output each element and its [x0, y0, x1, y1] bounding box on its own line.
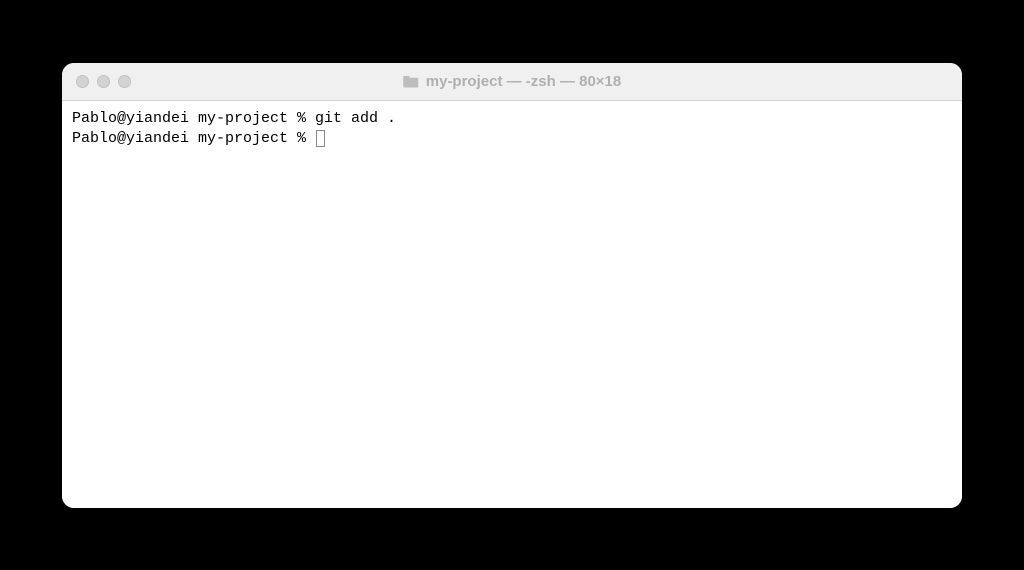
terminal-window: my-project — -zsh — 80×18 Pablo@yiandei … [62, 63, 962, 508]
titlebar: my-project — -zsh — 80×18 [62, 63, 962, 101]
cursor [316, 130, 325, 147]
close-button[interactable] [76, 75, 89, 88]
command-text: git add . [315, 110, 396, 127]
prompt: Pablo@yiandei my-project % [72, 130, 315, 147]
folder-icon [403, 75, 419, 88]
minimize-button[interactable] [97, 75, 110, 88]
terminal-line: Pablo@yiandei my-project % git add . [72, 109, 952, 129]
traffic-lights [76, 75, 131, 88]
terminal-line: Pablo@yiandei my-project % [72, 129, 952, 149]
window-title: my-project — -zsh — 80×18 [403, 73, 621, 90]
terminal-body[interactable]: Pablo@yiandei my-project % git add .Pabl… [62, 101, 962, 508]
zoom-button[interactable] [118, 75, 131, 88]
window-title-text: my-project — -zsh — 80×18 [426, 73, 621, 90]
prompt: Pablo@yiandei my-project % [72, 110, 315, 127]
